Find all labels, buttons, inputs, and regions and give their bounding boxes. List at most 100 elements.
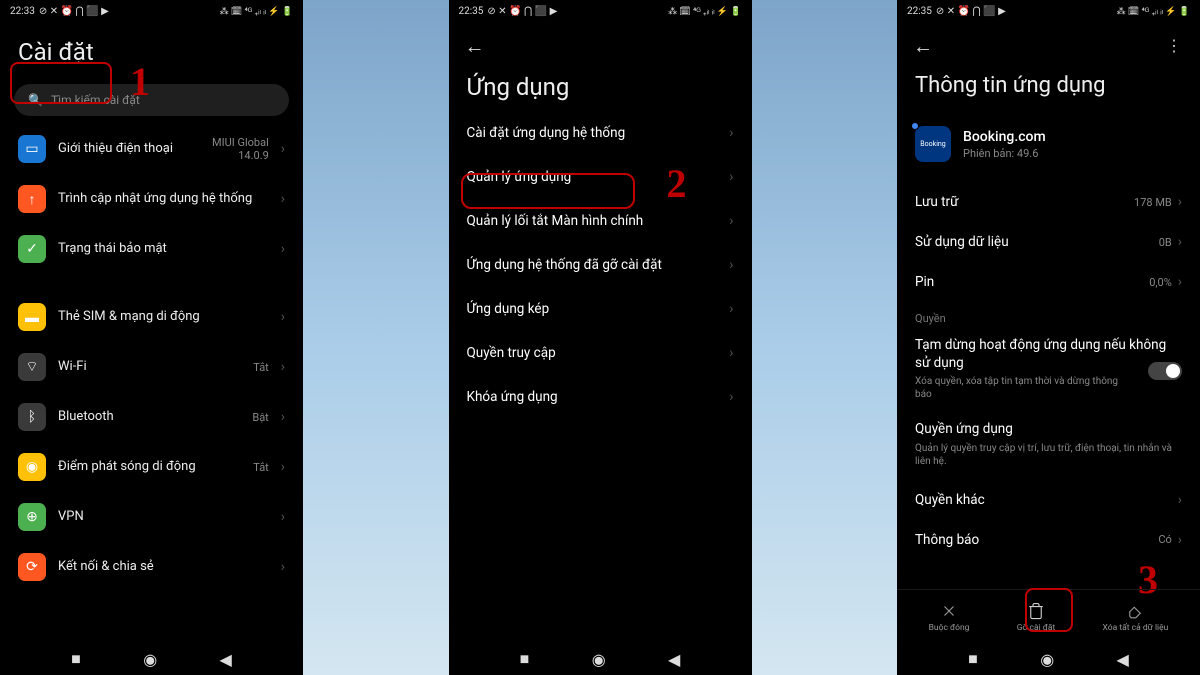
hotspot-icon: ◉ [18, 453, 46, 481]
row-notifications[interactable]: Thông báo Có› [897, 520, 1200, 560]
row-app-permissions[interactable]: Quyền ứng dụng Quản lý quyền truy cập vị… [897, 413, 1200, 480]
vpn-icon: ⊕ [18, 503, 46, 531]
nav-recent[interactable]: ■ [968, 649, 978, 669]
nav-back[interactable]: ◀ [668, 650, 680, 669]
toggle-switch[interactable] [1148, 362, 1182, 380]
step-number-2: 2 [667, 160, 687, 207]
row-hotspot[interactable]: ◉ Điểm phát sóng di động Tắt › [14, 442, 289, 492]
row-storage[interactable]: Lưu trữ 178 MB› [897, 182, 1200, 222]
nav-recent[interactable]: ■ [71, 649, 81, 669]
row-dual-apps[interactable]: Ứng dụng kép› [449, 287, 752, 331]
row-updater[interactable]: ↑ Trình cập nhật ứng dụng hệ thống › [14, 174, 289, 224]
share-icon: ⟳ [18, 553, 46, 581]
nav-bar: ■ ◉ ◀ [0, 643, 303, 675]
status-icons-right: ⁂ 🗓 ⁴ᴳ ₊ᵢₗ ᵢₗ ⚡ 🔋 [668, 6, 741, 17]
row-wifi[interactable]: ⌔ Wi-Fi Tắt › [14, 342, 289, 392]
status-icons-right: ⁂ 🗓 ⁴ᴳ ₊ᵢₗ ᵢₗ ⚡ 🔋 [1117, 6, 1190, 17]
row-vpn[interactable]: ⊕ VPN › [14, 492, 289, 542]
bluetooth-icon: ᛒ [18, 403, 46, 431]
header: ← [449, 22, 752, 71]
chevron-right-icon: › [281, 509, 285, 525]
row-sim[interactable]: ▬ Thẻ SIM & mạng di động › [14, 292, 289, 342]
phone-screen-3: 22:35 ⊘ ✕ ⏰ ⋂ ⬛ ▶ ⁂ 🗓 ⁴ᴳ ₊ᵢₗ ᵢₗ ⚡ 🔋 ← ⋮ T… [897, 0, 1200, 675]
shield-icon: ✓ [18, 235, 46, 263]
chevron-right-icon: › [281, 191, 285, 207]
chevron-right-icon: › [281, 309, 285, 325]
back-arrow-icon[interactable]: ← [465, 34, 485, 59]
status-icons-left: ⊘ ✕ ⏰ ⋂ ⬛ ▶ [39, 6, 109, 17]
highlight-2 [461, 173, 635, 209]
apps-list: Cài đặt ứng dụng hệ thống› 2 Quản lý ứng… [449, 111, 752, 419]
row-pause-unused[interactable]: Tạm dừng hoạt động ứng dụng nếu không sử… [897, 329, 1200, 413]
chevron-right-icon: › [1178, 274, 1182, 290]
bottom-actions: Buộc đóng Gỡ cài đặt Xóa tất cả dữ liệu [897, 589, 1200, 643]
chevron-right-icon: › [1178, 492, 1182, 508]
close-icon [940, 602, 958, 620]
row-uninstalled[interactable]: Ứng dụng hệ thống đã gỡ cài đặt› [449, 243, 752, 287]
nav-home[interactable]: ◉ [143, 650, 157, 669]
row-app-lock[interactable]: Khóa ứng dụng› [449, 375, 752, 419]
clock: 22:35 [459, 6, 484, 17]
chevron-right-icon: › [281, 241, 285, 257]
clear-data-button[interactable]: Xóa tất cả dữ liệu [1095, 598, 1177, 637]
chevron-right-icon: › [281, 141, 285, 157]
status-bar: 22:35 ⊘ ✕ ⏰ ⋂ ⬛ ▶ ⁂ 🗓 ⁴ᴳ ₊ᵢₗ ᵢₗ ⚡ 🔋 [897, 0, 1200, 22]
settings-list: ▭ Giới thiệu điện thoại MIUI Global 14.0… [0, 124, 303, 643]
chevron-right-icon: › [729, 169, 733, 185]
header: ← ⋮ [897, 22, 1200, 71]
phone-screen-1: 22:33⊘ ✕ ⏰ ⋂ ⬛ ▶ ⁂ 🗓 ⁴ᴳ ₊ᵢₗ ᵢₗ ⚡ 🔋 1 Cài… [0, 0, 303, 675]
chevron-right-icon: › [729, 257, 733, 273]
wifi-icon: ⌔ [18, 353, 46, 381]
update-icon: ↑ [18, 185, 46, 213]
section-label: Quyền [897, 302, 1200, 329]
row-system-app-settings[interactable]: Cài đặt ứng dụng hệ thống› [449, 111, 752, 155]
nav-back[interactable]: ◀ [220, 650, 232, 669]
row-data-usage[interactable]: Sử dụng dữ liệu 0B› [897, 222, 1200, 262]
row-battery[interactable]: Pin 0,0%› [897, 262, 1200, 302]
status-icons-left: ⊘ ✕ ⏰ ⋂ ⬛ ▶ [936, 6, 1006, 17]
sim-icon: ▬ [18, 303, 46, 331]
chevron-right-icon: › [281, 409, 285, 425]
row-security[interactable]: ✓ Trạng thái bảo mật › [14, 224, 289, 274]
status-bar: 22:33 ⊘ ✕ ⏰ ⋂ ⬛ ▶ ⁂ 🗓 ⁴ᴳ ₊ᵢₗ ᵢₗ ⚡ 🔋 [0, 0, 303, 22]
clock: 22:33 [10, 6, 35, 17]
chevron-right-icon: › [281, 359, 285, 375]
chevron-right-icon: › [281, 459, 285, 475]
chevron-right-icon: › [281, 559, 285, 575]
app-name: Booking.com [963, 129, 1046, 145]
status-icons-left: ⊘ ✕ ⏰ ⋂ ⬛ ▶ [487, 6, 557, 17]
app-icon: Booking [915, 126, 951, 162]
chevron-right-icon: › [729, 301, 733, 317]
chevron-right-icon: › [729, 345, 733, 361]
row-permissions[interactable]: Quyền truy cập› [449, 331, 752, 375]
highlight-1 [10, 62, 112, 104]
row-bluetooth[interactable]: ᛒ Bluetooth Bật › [14, 392, 289, 442]
page-title: Thông tin ứng dụng [897, 71, 1200, 108]
row-share[interactable]: ⟳ Kết nối & chia sẻ › [14, 542, 289, 592]
status-icons-right: ⁂ 🗓 ⁴ᴳ ₊ᵢₗ ᵢₗ ⚡ 🔋 [220, 6, 293, 17]
nav-bar: ■ ◉ ◀ [449, 643, 752, 675]
nav-back[interactable]: ◀ [1117, 650, 1129, 669]
status-bar: 22:35⊘ ✕ ⏰ ⋂ ⬛ ▶ ⁂ 🗓 ⁴ᴳ ₊ᵢₗ ᵢₗ ⚡ 🔋 [449, 0, 752, 22]
app-version: Phiên bản: 49.6 [963, 147, 1046, 160]
back-arrow-icon[interactable]: ← [913, 34, 933, 59]
nav-bar: ■ ◉ ◀ [897, 643, 1200, 675]
force-stop-button[interactable]: Buộc đóng [921, 598, 978, 637]
row-other-permissions[interactable]: Quyền khác › [897, 480, 1200, 520]
phone-screen-2: 22:35⊘ ✕ ⏰ ⋂ ⬛ ▶ ⁂ 🗓 ⁴ᴳ ₊ᵢₗ ᵢₗ ⚡ 🔋 ← Ứng… [449, 0, 752, 675]
row-about-phone[interactable]: ▭ Giới thiệu điện thoại MIUI Global 14.0… [14, 124, 289, 174]
nav-home[interactable]: ◉ [1040, 650, 1054, 669]
erase-icon [1126, 602, 1144, 620]
nav-home[interactable]: ◉ [592, 650, 606, 669]
more-icon[interactable]: ⋮ [1166, 36, 1182, 55]
step-number-1: 1 [130, 58, 150, 105]
page-title: Ứng dụng [449, 71, 752, 111]
chevron-right-icon: › [1178, 194, 1182, 210]
chevron-right-icon: › [1178, 234, 1182, 250]
app-header: Booking Booking.com Phiên bản: 49.6 [897, 108, 1200, 182]
chevron-right-icon: › [729, 125, 733, 141]
highlight-3 [1025, 588, 1073, 632]
nav-recent[interactable]: ■ [520, 649, 530, 669]
chevron-right-icon: › [1178, 532, 1182, 548]
clock: 22:35 [907, 6, 932, 17]
